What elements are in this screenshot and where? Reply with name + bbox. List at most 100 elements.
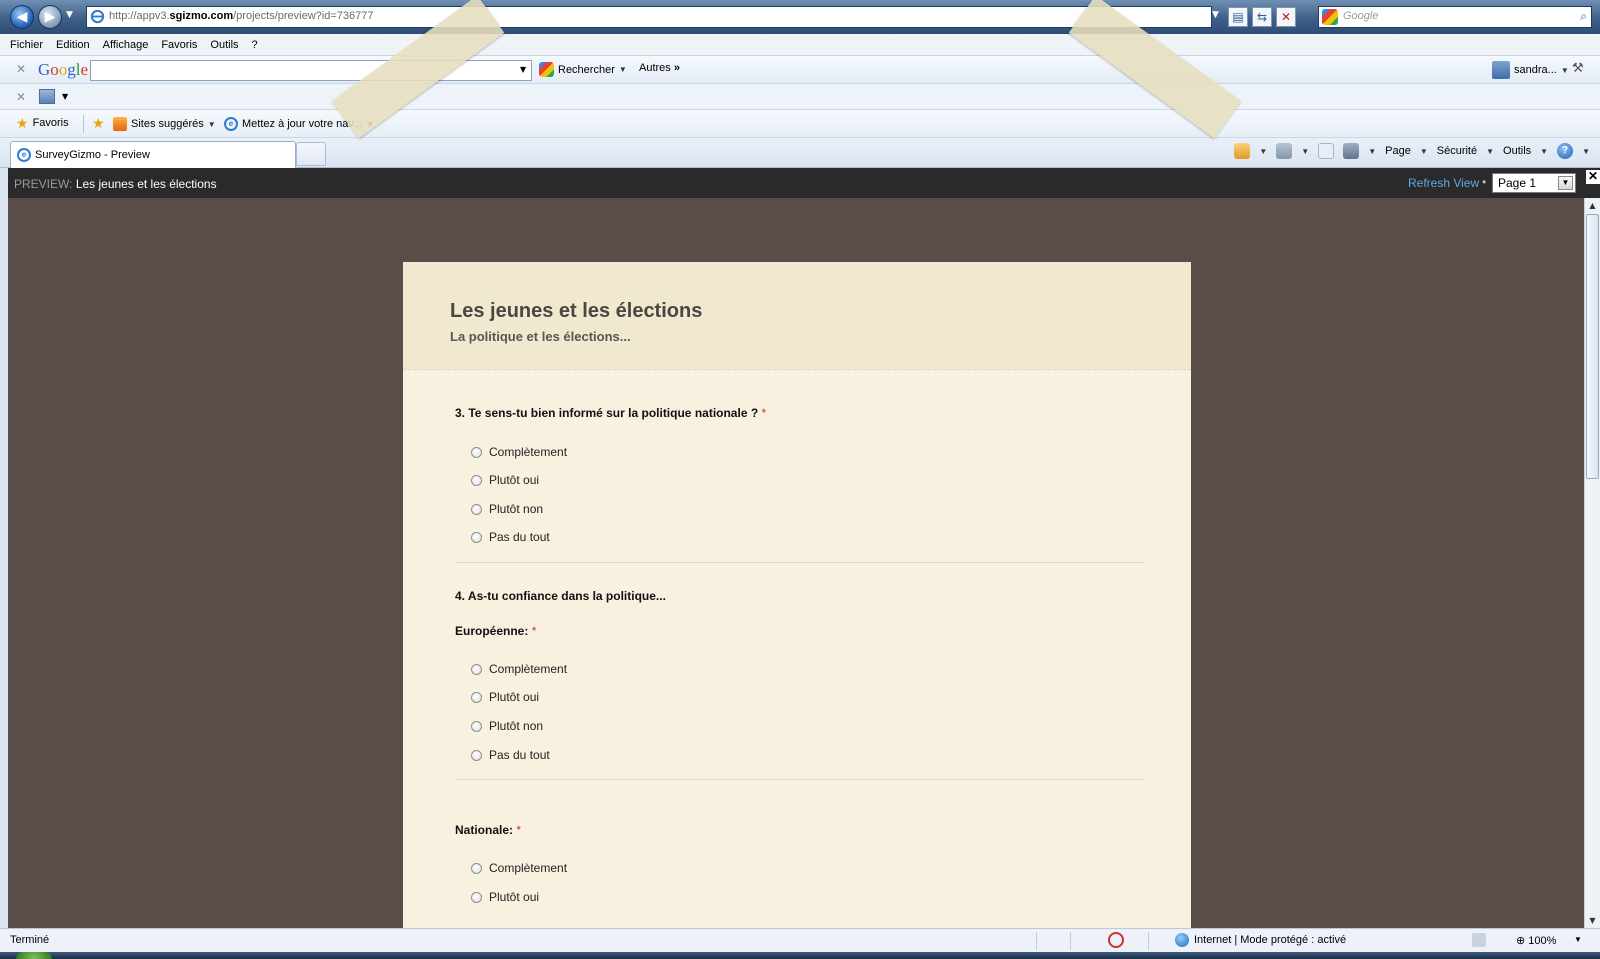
mail-icon[interactable] [1318, 143, 1335, 159]
radio-button[interactable] [471, 691, 482, 703]
q4-nationale-option[interactable]: Complètement [471, 861, 567, 875]
radio-button[interactable] [471, 720, 482, 732]
window-frame [0, 168, 8, 928]
chevron-down-icon[interactable]: ▼ [520, 65, 526, 74]
security-zone[interactable]: Internet | Mode protégé : activé [1175, 933, 1346, 947]
feeds-icon[interactable] [1276, 143, 1293, 159]
survey-header: Les jeunes et les élections La politique… [403, 262, 1191, 370]
tab-surveygizmo-preview[interactable]: e SurveyGizmo - Preview [10, 141, 296, 168]
chevron-down-icon: ▼ [1540, 146, 1549, 156]
forward-arrow-icon[interactable]: ▶ [38, 5, 62, 29]
chevron-down-icon[interactable]: ▼ [1259, 147, 1267, 156]
q3-option[interactable]: Plutôt oui [471, 473, 539, 487]
survey-paper: Les jeunes et les élections La politique… [403, 262, 1191, 928]
preview-title: PREVIEW: Les jeunes et les élections [14, 177, 217, 191]
lock-icon[interactable] [1472, 933, 1486, 947]
q4-europe-option[interactable]: Plutôt oui [471, 690, 539, 704]
google-toolbar-search-input[interactable] [90, 60, 532, 81]
url-domain: sgizmo.com [169, 10, 234, 22]
vertical-scrollbar[interactable]: ▲ ▼ [1584, 198, 1600, 928]
page-menu[interactable]: Page [1385, 145, 1411, 157]
security-menu[interactable]: Sécurité [1437, 145, 1477, 157]
scroll-down-icon[interactable]: ▼ [1585, 913, 1600, 928]
close-toolbar-icon[interactable]: ✕ [16, 62, 26, 76]
survey-viewport: Les jeunes et les élections La politique… [8, 198, 1584, 928]
chevron-down-icon[interactable]: ▼ [1301, 147, 1309, 156]
chevron-down-icon[interactable]: ▼ [1582, 147, 1590, 156]
required-mark: * [516, 823, 522, 837]
help-icon[interactable]: ? [1557, 143, 1574, 159]
rechercher-label: Rechercher [558, 63, 615, 76]
preview-prefix: PREVIEW: [14, 177, 73, 191]
refresh-icon[interactable]: ⇆ [1252, 7, 1272, 27]
q4-nationale-option[interactable]: Plutôt oui [471, 890, 539, 904]
new-tab-button[interactable] [296, 142, 326, 166]
q3-option[interactable]: Pas du tout [471, 530, 550, 544]
radio-button[interactable] [471, 503, 482, 515]
back-arrow-icon[interactable]: ◀ [10, 5, 34, 29]
url-dropdown-icon[interactable]: ▼ [1212, 10, 1219, 20]
home-icon[interactable] [1234, 143, 1251, 159]
radio-button[interactable] [471, 531, 482, 543]
menu-affichage[interactable]: Affichage [103, 39, 149, 51]
radio-button[interactable] [471, 749, 482, 761]
divider [1148, 932, 1149, 950]
compatibility-view-icon[interactable]: ▤ [1228, 7, 1248, 27]
add-favorite-button[interactable]: ★ [92, 116, 105, 130]
url-field[interactable]: http://appv3.sgizmo.com/projects/preview… [86, 6, 1212, 28]
browser-search-input[interactable]: Google ⌕ [1318, 6, 1592, 28]
menu-favoris[interactable]: Favoris [161, 39, 197, 51]
radio-button[interactable] [471, 862, 482, 874]
chevron-down-icon[interactable]: ▼ [1574, 935, 1582, 944]
magnifier-icon[interactable]: ⌕ [1580, 9, 1587, 24]
ie-icon: e [224, 117, 238, 131]
command-bar: ▼ ▼ ▼ Page ▼ Sécurité ▼ Outils ▼ ? ▼ [1234, 143, 1590, 159]
refresh-view-link[interactable]: Refresh View [1408, 176, 1479, 190]
status-text: Terminé [10, 934, 50, 946]
q3-option[interactable]: Plutôt non [471, 502, 543, 516]
page-select[interactable]: Page 1 ▼ [1492, 173, 1576, 193]
suggested-sites-label: Sites suggérés [131, 118, 204, 130]
radio-button[interactable] [471, 446, 482, 458]
close-toolbar-icon[interactable]: ✕ [16, 90, 26, 104]
menu-edition[interactable]: Edition [56, 39, 90, 51]
radio-button[interactable] [471, 663, 482, 675]
google-logo: Google [38, 60, 89, 79]
q4-europe-option[interactable]: Plutôt non [471, 719, 543, 733]
chevron-down-icon: ▼ [1486, 146, 1495, 156]
favorites-button[interactable]: ★ Favoris [16, 115, 69, 131]
menu-outils[interactable]: Outils [210, 39, 238, 51]
q3-option[interactable]: Complètement [471, 445, 567, 459]
menu-fichier[interactable]: Fichier [10, 39, 43, 51]
tools-menu[interactable]: Outils [1503, 145, 1531, 157]
wrench-icon[interactable]: ⚒ [1572, 61, 1584, 76]
windows-taskbar [0, 952, 1600, 959]
survey-subtitle: La politique et les élections... [450, 329, 631, 344]
start-button[interactable] [16, 952, 52, 959]
scroll-thumb[interactable] [1586, 214, 1599, 479]
url-prefix: http://appv3. [109, 10, 170, 22]
close-preview-icon[interactable]: ✕ [1586, 170, 1600, 184]
stop-icon[interactable]: ✕ [1276, 7, 1296, 27]
autres-button[interactable]: Autres » [639, 62, 680, 74]
toolbar-app-icon[interactable] [39, 89, 55, 104]
zoom-level[interactable]: ⊕ 100% [1516, 934, 1556, 947]
chevron-down-icon[interactable]: ▼ [62, 92, 68, 101]
google-icon [539, 62, 554, 77]
print-icon[interactable] [1343, 143, 1360, 159]
history-dropdown-icon[interactable]: ▼ [66, 10, 73, 20]
favorites-label: Favoris [32, 117, 69, 129]
protected-mode-icon[interactable] [1108, 932, 1124, 948]
user-menu[interactable]: sandra... ▼ [1492, 61, 1569, 79]
chevron-down-icon[interactable]: ▼ [1368, 147, 1376, 156]
q4-europe-option[interactable]: Pas du tout [471, 748, 550, 762]
suggested-sites-button[interactable]: Sites suggérés ▼ [113, 117, 216, 131]
rechercher-button[interactable]: Rechercher ▼ [539, 62, 627, 77]
scroll-up-icon[interactable]: ▲ [1585, 198, 1600, 213]
radio-button[interactable] [471, 474, 482, 486]
star-icon: ★ [16, 115, 29, 131]
q4-europe-option[interactable]: Complètement [471, 662, 567, 676]
radio-button[interactable] [471, 891, 482, 903]
menu-help[interactable]: ? [252, 39, 258, 51]
divider [1070, 932, 1071, 950]
